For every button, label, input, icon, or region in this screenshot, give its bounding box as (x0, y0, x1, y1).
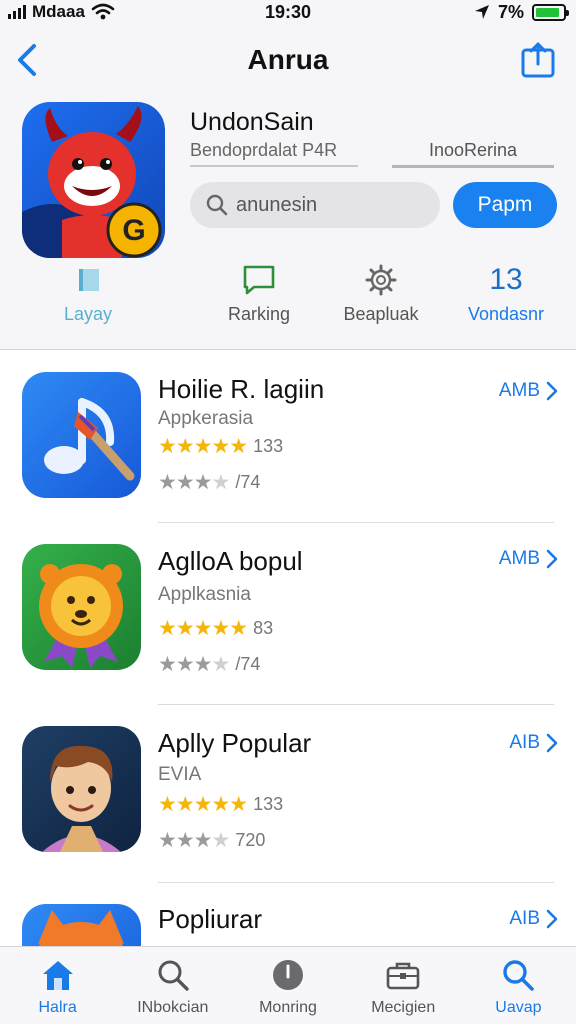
app-icon (22, 726, 141, 852)
share-button[interactable] (520, 42, 556, 78)
rating-count: 133 (253, 436, 284, 456)
fox-icon (38, 910, 124, 946)
divider (158, 704, 554, 705)
briefcase-icon (386, 962, 420, 990)
secondary-rating-row: ★★★★ /74 (158, 652, 260, 677)
star-rating: ★★★★ (158, 829, 230, 852)
app-icon (22, 904, 141, 946)
tab-clock[interactable]: Monring (230, 947, 345, 1024)
secondary-rating-row: ★★★★ /74 (158, 470, 260, 495)
featured-app-secondary[interactable]: InooRerina (392, 140, 554, 168)
secondary-rating-row: ★★★★ 720 (158, 828, 265, 853)
rating-count: 133 (253, 794, 284, 814)
stat-settings[interactable]: Beapluak (321, 262, 441, 325)
location-arrow-icon (474, 5, 489, 19)
search-input-text: anunesin (236, 193, 318, 216)
tab-label: Halra (38, 999, 77, 1016)
app-action-label: AIB (509, 908, 540, 929)
app-icon (22, 544, 141, 670)
app-action-button[interactable]: AMB (499, 548, 558, 570)
app-action-button[interactable]: AIB (509, 732, 558, 754)
app-name: Aplly Popular (158, 728, 312, 758)
app-category: Appkerasia (158, 408, 254, 429)
page-title: Anrua (247, 44, 329, 75)
star-rating: ★★★★ (158, 653, 230, 676)
list-item[interactable]: AglloA bopul Applkasnia ★★★★★ 83 ★★★★ /7… (0, 532, 576, 712)
star-rating: ★★★★★ (158, 793, 248, 816)
app-action-button[interactable]: AIB (509, 908, 558, 930)
lion-badge-icon (39, 564, 123, 668)
flag-icon (79, 269, 99, 291)
share-icon (521, 42, 555, 78)
chevron-right-icon (546, 909, 558, 929)
app-action-label: AIB (509, 732, 540, 753)
app-category: Applkasnia (158, 584, 251, 605)
chat-icon (243, 265, 275, 295)
rating-row: ★★★★★ 133 (158, 792, 283, 817)
tab-label: Uavap (495, 999, 542, 1016)
list-item[interactable]: Aplly Popular EVIA ★★★★★ 133 ★★★★ 720 AI… (0, 714, 576, 894)
home-icon (42, 961, 73, 990)
chevron-right-icon (546, 733, 558, 753)
secondary-rating: /74 (235, 472, 261, 492)
tab-bar: Halra INbokcian Monring Mecigien Uavap (0, 946, 576, 1024)
music-brush-icon (44, 398, 135, 481)
status-bar: Mdaaa 19:30 7% (0, 0, 576, 24)
list-item[interactable]: Popliurar AIB (0, 890, 576, 946)
gear-icon (365, 264, 397, 296)
star-rating: ★★★★★ (158, 617, 248, 640)
tab-home[interactable]: Halra (0, 947, 115, 1024)
battery-icon (532, 3, 569, 21)
secondary-rating: /74 (235, 654, 261, 674)
search-icon (206, 194, 228, 216)
app-action-label: AMB (498, 380, 540, 401)
app-name: Hoilie R. lagiin (158, 374, 325, 404)
stat-value: 13 (489, 263, 523, 296)
tab-search[interactable]: INbokcian (115, 947, 230, 1024)
app-action-label: AMB (498, 548, 540, 569)
stat-label: Vondasnr (467, 304, 545, 324)
chevron-right-icon (546, 549, 558, 569)
boy-avatar-icon (42, 745, 121, 852)
search-icon (503, 960, 535, 991)
tab-label: Mecigien (371, 999, 436, 1016)
stat-label: Beapluak (343, 304, 419, 324)
clock-icon (273, 960, 303, 990)
rating-count: 83 (253, 618, 274, 638)
app-name: Popliurar (158, 904, 263, 934)
featured-app-subtitle: Bendoprdalat P4R (190, 140, 358, 167)
featured-app-name: UndonSain (190, 108, 314, 136)
tab-search-active[interactable]: Uavap (461, 947, 576, 1024)
search-input[interactable]: anunesin (190, 182, 440, 228)
stat-label: Layay (63, 304, 113, 324)
status-right: 7% (474, 0, 569, 24)
secondary-rating: 720 (235, 830, 266, 850)
get-button[interactable]: Papm (453, 182, 557, 228)
tab-label: INbokcian (137, 999, 209, 1016)
featured-app-icon[interactable]: G (22, 102, 165, 258)
app-header: Anrua G UndonSain Bendoprdalat P4R InooR… (0, 24, 576, 350)
tab-label: Monring (259, 999, 317, 1016)
star-rating: ★★★★★ (158, 435, 248, 458)
stat-ranking[interactable]: Rarking (199, 262, 319, 325)
rating-row: ★★★★★ 83 (158, 616, 273, 641)
devil-mascot-icon: G (22, 106, 162, 258)
divider (158, 882, 554, 883)
list-item[interactable]: Hoilie R. lagiin Appkerasia ★★★★★ 133 ★★… (0, 350, 576, 530)
stat-label: Rarking (227, 304, 291, 324)
tab-briefcase[interactable]: Mecigien (346, 947, 461, 1024)
stat-layay[interactable]: Layay (28, 262, 148, 325)
app-category: EVIA (158, 764, 202, 785)
divider (158, 522, 554, 523)
chevron-right-icon (546, 381, 558, 401)
rating-row: ★★★★★ 133 (158, 434, 283, 459)
search-icon (158, 960, 189, 991)
svg-text:G: G (122, 214, 145, 247)
app-action-button[interactable]: AMB (499, 380, 558, 402)
app-name: AglloA bopul (158, 546, 303, 576)
app-icon (22, 372, 141, 498)
star-rating: ★★★★ (158, 471, 230, 494)
battery-percent: 7% (497, 1, 524, 22)
stat-versions[interactable]: 13 Vondasnr (446, 262, 566, 325)
